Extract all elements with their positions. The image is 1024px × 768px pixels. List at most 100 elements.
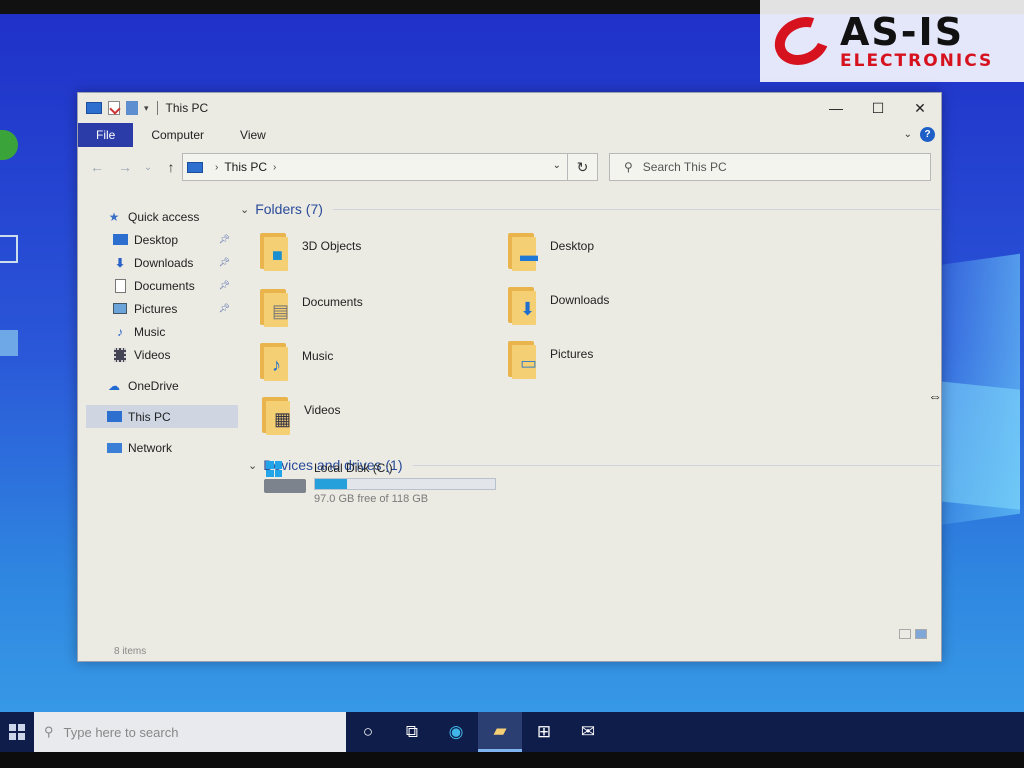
task-view-button[interactable]: ⧉ bbox=[390, 712, 434, 752]
breadcrumb-separator-end[interactable]: › bbox=[273, 162, 276, 173]
folder-desktop[interactable]: ▬ Desktop bbox=[508, 233, 748, 283]
new-folder-icon[interactable] bbox=[126, 101, 138, 115]
folder-pictures[interactable]: ▭ Pictures bbox=[508, 341, 748, 391]
view-toggle bbox=[899, 629, 927, 639]
start-button[interactable] bbox=[0, 712, 34, 752]
picture-icon: ▭ bbox=[520, 353, 538, 373]
address-bar[interactable]: › This PC › ⌄ bbox=[182, 153, 568, 181]
forward-button[interactable]: → bbox=[114, 159, 136, 175]
drive-usage-fill bbox=[315, 479, 348, 489]
search-input[interactable]: ⚲ Search This PC bbox=[609, 153, 931, 181]
film-icon bbox=[112, 347, 128, 362]
desktop-edge-icon[interactable] bbox=[0, 130, 18, 160]
nav-this-pc[interactable]: This PC bbox=[86, 405, 238, 428]
nav-label: Pictures bbox=[134, 301, 178, 316]
mail-button[interactable]: ✉ bbox=[566, 712, 610, 752]
back-button[interactable]: ← bbox=[86, 159, 108, 175]
nav-videos[interactable]: Videos bbox=[86, 343, 238, 366]
folder-icon: ▰ bbox=[493, 720, 507, 740]
folder-icon: ⬇ bbox=[508, 287, 538, 325]
tab-view[interactable]: View bbox=[222, 123, 284, 147]
search-icon: ⚲ bbox=[44, 724, 54, 739]
quick-access-toolbar: ▾ bbox=[86, 101, 160, 115]
collapse-icon[interactable]: ⌄ bbox=[240, 203, 249, 216]
breadcrumb-separator[interactable]: › bbox=[215, 162, 218, 173]
folder-videos[interactable]: ▦ Videos bbox=[262, 397, 502, 447]
nav-label: Videos bbox=[134, 347, 171, 362]
pin-icon[interactable]: 📌︎ bbox=[219, 303, 230, 314]
desktop-edge-icon-pc[interactable] bbox=[0, 235, 18, 263]
folder-documents[interactable]: ▤ Documents bbox=[260, 289, 500, 339]
properties-icon[interactable] bbox=[108, 101, 120, 115]
cube-icon: ■ bbox=[272, 245, 283, 265]
file-explorer-taskbar-button[interactable]: ▰ bbox=[478, 712, 522, 752]
desktop-edge-icon-control[interactable] bbox=[0, 330, 18, 356]
pin-icon[interactable]: 📌︎ bbox=[219, 280, 230, 291]
refresh-button[interactable]: ↻ bbox=[568, 153, 598, 181]
this-pc-icon bbox=[106, 410, 122, 424]
task-view-icon: ⧉ bbox=[405, 722, 419, 741]
picture-icon bbox=[112, 302, 128, 316]
title-bar[interactable]: ▾ This PC — ☐ ✕ bbox=[78, 93, 941, 123]
maximize-button[interactable]: ☐ bbox=[857, 93, 899, 123]
hard-drive-icon bbox=[264, 461, 306, 497]
nav-network[interactable]: Network bbox=[86, 436, 238, 459]
minimize-button[interactable]: — bbox=[815, 93, 857, 123]
taskbar: ⚲ Type here to search ○ ⧉ ◉ ▰ ⊞ ✉ bbox=[0, 712, 1024, 752]
nav-quick-access[interactable]: ★ Quick access bbox=[86, 205, 238, 228]
folder-name: Desktop bbox=[550, 239, 595, 253]
tab-computer[interactable]: Computer bbox=[133, 123, 222, 147]
logo-swoosh-icon bbox=[766, 8, 838, 74]
window-title: This PC bbox=[165, 101, 209, 115]
folders-group-header[interactable]: ⌄ Folders (7) bbox=[240, 197, 940, 221]
nav-onedrive[interactable]: ☁ OneDrive bbox=[86, 374, 238, 397]
windows-logo-icon bbox=[9, 724, 25, 740]
nav-label: Downloads bbox=[134, 255, 194, 270]
wallpaper-light-lower bbox=[930, 380, 1020, 510]
group-divider bbox=[332, 208, 940, 210]
address-dropdown-icon[interactable]: ⌄ bbox=[553, 160, 561, 171]
pin-icon[interactable]: 📌︎ bbox=[219, 257, 230, 268]
customize-toolbar-icon[interactable]: ▾ bbox=[144, 103, 149, 114]
ribbon-tabs: File Computer View ⌄ ? bbox=[78, 123, 941, 147]
nav-music[interactable]: ♪ Music bbox=[86, 320, 238, 343]
nav-documents[interactable]: Documents 📌︎ bbox=[86, 274, 238, 297]
folder-3d-objects[interactable]: ■ 3D Objects bbox=[260, 233, 500, 283]
music-note-icon: ♪ bbox=[272, 355, 281, 375]
folder-downloads[interactable]: ⬇ Downloads bbox=[508, 287, 748, 337]
pin-icon[interactable]: 📌︎ bbox=[219, 234, 230, 245]
file-explorer-window: ▾ This PC — ☐ ✕ File Computer View ⌄ ? ←… bbox=[77, 92, 942, 662]
large-icons-view-icon[interactable] bbox=[915, 629, 927, 639]
folders-grid: ■ 3D Objects ▬ Desktop ▤ Documents ⬇ Dow… bbox=[240, 221, 940, 453]
taskbar-search-placeholder: Type here to search bbox=[63, 724, 179, 740]
folder-icon: ■ bbox=[260, 233, 290, 271]
store-button[interactable]: ⊞ bbox=[522, 712, 566, 752]
drive-free-space: 97.0 GB free of 118 GB bbox=[314, 493, 429, 505]
taskbar-search-box[interactable]: ⚲ Type here to search bbox=[34, 712, 346, 752]
drive-local-disk-c[interactable]: Local Disk (C:) 97.0 GB free of 118 GB bbox=[264, 461, 496, 505]
watermark-logo: AS-IS ELECTRONICS bbox=[760, 0, 1024, 82]
nav-downloads[interactable]: ⬇ Downloads 📌︎ bbox=[86, 251, 238, 274]
cortana-button[interactable]: ○ bbox=[346, 712, 390, 752]
expand-ribbon-icon[interactable]: ⌄ bbox=[904, 129, 912, 140]
breadcrumb-this-pc[interactable]: This PC bbox=[224, 160, 267, 174]
nav-label: Network bbox=[128, 440, 173, 455]
nav-desktop[interactable]: Desktop 📌︎ bbox=[86, 228, 238, 251]
star-icon: ★ bbox=[108, 209, 120, 224]
edge-button[interactable]: ◉ bbox=[434, 712, 478, 752]
recent-locations-button[interactable]: ⌄ bbox=[142, 162, 154, 173]
nav-pictures[interactable]: Pictures 📌︎ bbox=[86, 297, 238, 320]
help-icon[interactable]: ? bbox=[920, 127, 935, 142]
folder-name: 3D Objects bbox=[302, 239, 362, 253]
document-icon bbox=[112, 278, 128, 293]
drive-name: Local Disk (C:) bbox=[314, 461, 393, 475]
store-bag-icon: ⊞ bbox=[536, 722, 552, 741]
logo-sub-text: ELECTRONICS bbox=[840, 50, 994, 71]
tab-file[interactable]: File bbox=[78, 123, 134, 147]
folder-music[interactable]: ♪ Music bbox=[260, 343, 500, 393]
up-button[interactable]: ↑ bbox=[160, 159, 182, 175]
collapse-icon[interactable]: ⌄ bbox=[248, 459, 257, 472]
details-view-icon[interactable] bbox=[899, 629, 911, 639]
close-button[interactable]: ✕ bbox=[899, 93, 941, 123]
edge-browser-icon: ◉ bbox=[448, 722, 464, 741]
